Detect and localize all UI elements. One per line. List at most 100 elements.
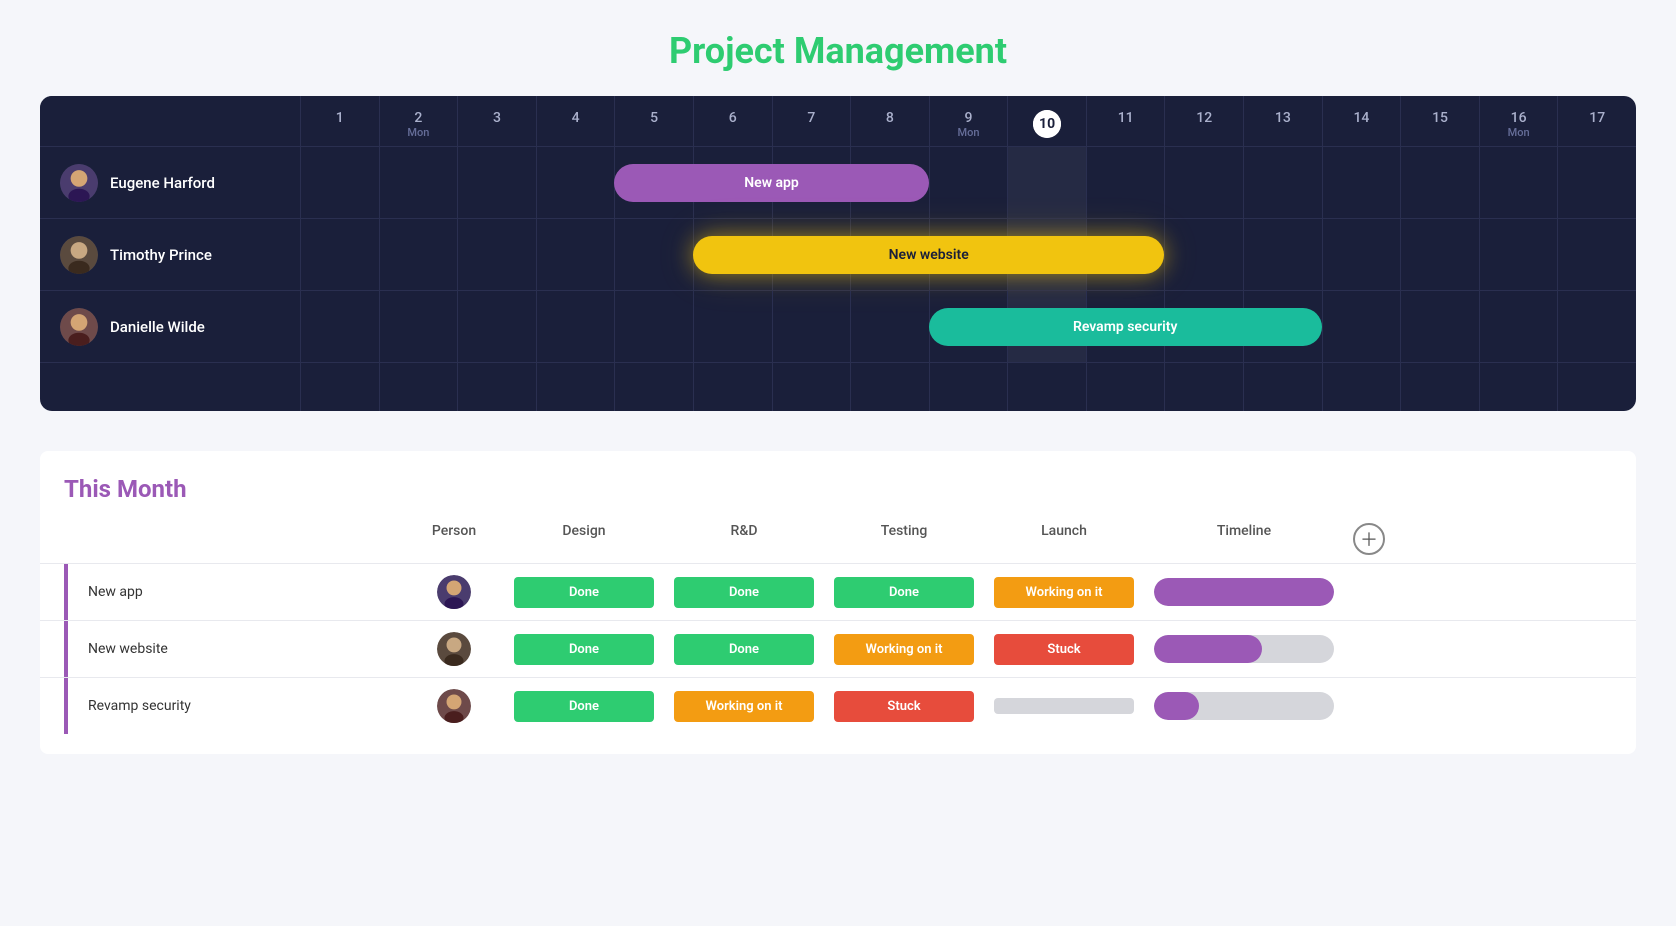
gantt-cell xyxy=(929,291,1008,362)
status-badge[interactable]: Done xyxy=(514,691,654,722)
avatar xyxy=(437,632,471,666)
row-name: New website xyxy=(76,641,168,657)
status-cell-launch: Stuck xyxy=(984,634,1144,665)
gantt-cell xyxy=(1164,219,1243,290)
gantt-day-13: 13 xyxy=(1243,96,1322,146)
gantt-row: Danielle WildeRevamp security xyxy=(40,291,1636,363)
person-cell xyxy=(404,689,504,723)
status-badge[interactable]: Working on it xyxy=(994,577,1134,608)
gantt-cell xyxy=(300,291,379,362)
gantt-cell xyxy=(614,147,693,218)
status-badge[interactable]: Done xyxy=(674,577,814,608)
gantt-day-4: 4 xyxy=(536,96,615,146)
gantt-cell xyxy=(614,219,693,290)
gantt-cell xyxy=(1322,147,1401,218)
row-name-cell: Revamp security xyxy=(64,678,404,734)
table-data-rows: New app DoneDoneDoneWorking on itNew web… xyxy=(40,563,1636,734)
gantt-cell xyxy=(929,219,1008,290)
gantt-cell xyxy=(1007,291,1086,362)
table-col-headers: Person Design R&D Testing Launch Timelin… xyxy=(40,519,1636,559)
gantt-day-16: 16Mon xyxy=(1479,96,1558,146)
timeline-cell xyxy=(1144,692,1344,720)
status-badge[interactable]: Done xyxy=(514,634,654,665)
gantt-body: Eugene HarfordNew app Timothy PrinceNew … xyxy=(40,147,1636,411)
gantt-person-cell: Danielle Wilde xyxy=(40,308,300,346)
gantt-cell xyxy=(1086,147,1165,218)
avatar xyxy=(60,164,98,202)
gantt-cell xyxy=(1557,147,1636,218)
status-cell-launch: Working on it xyxy=(984,577,1144,608)
status-badge[interactable] xyxy=(994,698,1134,714)
table-row: New app Done Done Done Working on it xyxy=(40,563,1636,620)
col-header-person: Person xyxy=(404,519,504,559)
this-month-title: This Month xyxy=(64,475,187,503)
avatar xyxy=(437,575,471,609)
gantt-row-cells xyxy=(300,147,1636,218)
gantt-cell xyxy=(1479,291,1558,362)
gantt-day-6: 6 xyxy=(693,96,772,146)
table-row: New website Done Done Working on it Stuck xyxy=(40,620,1636,677)
row-name: New app xyxy=(76,584,143,600)
gantt-cell xyxy=(300,219,379,290)
timeline-bar-fill xyxy=(1154,692,1199,720)
gantt-cell xyxy=(1243,147,1322,218)
gantt-cell xyxy=(379,219,458,290)
status-badge[interactable]: Stuck xyxy=(994,634,1134,665)
gantt-row: Eugene HarfordNew app xyxy=(40,147,1636,219)
gantt-cell xyxy=(850,291,929,362)
gantt-day-5: 5 xyxy=(614,96,693,146)
gantt-day-15: 15 xyxy=(1400,96,1479,146)
gantt-day-7: 7 xyxy=(772,96,851,146)
status-badge[interactable]: Working on it xyxy=(674,691,814,722)
status-badge[interactable]: Done xyxy=(514,577,654,608)
gantt-person-cell: Eugene Harford xyxy=(40,164,300,202)
status-badge[interactable]: Done xyxy=(834,577,974,608)
status-cell-design: Done xyxy=(504,577,664,608)
status-badge[interactable]: Done xyxy=(674,634,814,665)
status-cell-testing: Working on it xyxy=(824,634,984,665)
table-wrapper: Person Design R&D Testing Launch Timelin… xyxy=(40,519,1636,734)
person-cell xyxy=(404,632,504,666)
gantt-cell xyxy=(536,219,615,290)
gantt-day-8: 8 xyxy=(850,96,929,146)
timeline-bar-fill xyxy=(1154,578,1334,606)
gantt-day-17: 17 xyxy=(1557,96,1636,146)
gantt-person-cell: Timothy Prince xyxy=(40,236,300,274)
gantt-person-name: Timothy Prince xyxy=(110,246,212,264)
add-column-button[interactable]: ＋ xyxy=(1353,523,1385,555)
gantt-cell xyxy=(457,219,536,290)
col-header-launch: Launch xyxy=(984,519,1144,559)
status-badge[interactable]: Working on it xyxy=(834,634,974,665)
gantt-cell xyxy=(1164,147,1243,218)
status-cell-design: Done xyxy=(504,691,664,722)
gantt-cell xyxy=(300,147,379,218)
gantt-cell xyxy=(1086,291,1165,362)
gantt-cell xyxy=(1243,291,1322,362)
status-badge[interactable]: Stuck xyxy=(834,691,974,722)
gantt-day-11: 11 xyxy=(1086,96,1165,146)
status-cell-launch xyxy=(984,698,1144,714)
timeline-bar-wrap xyxy=(1154,692,1334,720)
timeline-cell xyxy=(1144,635,1344,663)
gantt-cell xyxy=(536,291,615,362)
gantt-row: Timothy PrinceNew website xyxy=(40,219,1636,291)
col-header-name xyxy=(64,519,404,559)
status-cell-testing: Done xyxy=(824,577,984,608)
gantt-cell xyxy=(1322,219,1401,290)
row-name: Revamp security xyxy=(76,698,191,714)
gantt-day-2: 2Mon xyxy=(379,96,458,146)
status-cell-testing: Stuck xyxy=(824,691,984,722)
gantt-cell xyxy=(1479,147,1558,218)
gantt-cell xyxy=(379,291,458,362)
gantt-cell xyxy=(379,147,458,218)
gantt-day-9: 9Mon xyxy=(929,96,1008,146)
gantt-cell xyxy=(850,147,929,218)
gantt-person-name: Eugene Harford xyxy=(110,174,215,192)
gantt-cell xyxy=(772,291,851,362)
gantt-cell xyxy=(457,291,536,362)
row-name-cell: New app xyxy=(64,564,404,620)
table-row: Revamp security Done Working on it Stuck xyxy=(40,677,1636,734)
avatar xyxy=(60,236,98,274)
gantt-cell xyxy=(1557,219,1636,290)
gantt-cell xyxy=(457,147,536,218)
